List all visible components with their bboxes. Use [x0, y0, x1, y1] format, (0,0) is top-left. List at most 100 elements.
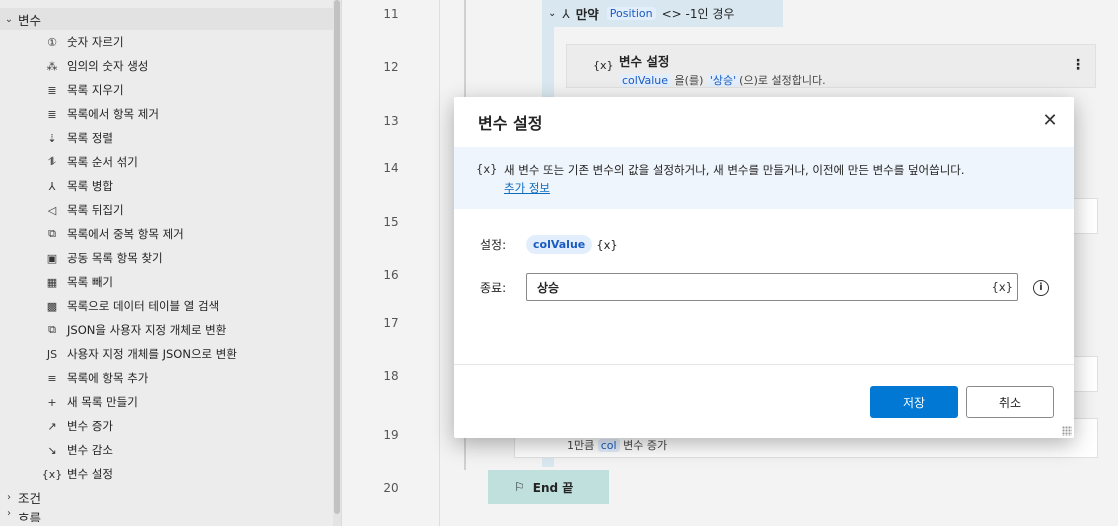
increase-text: 변수 증가: [623, 439, 668, 452]
to-label: 종료:: [480, 280, 507, 295]
increase-var: col: [597, 439, 620, 452]
action-item[interactable]: ⧉ 목록에서 중복 항목 제거: [0, 222, 341, 246]
action-item[interactable]: {x} 변수 설정: [0, 462, 341, 486]
set-variable-chip[interactable]: colValue: [526, 235, 593, 254]
sort-list-icon: ⇣: [47, 131, 57, 145]
action-item[interactable]: ① 숫자 자르기: [0, 30, 341, 54]
action-text: (으)로 설정합니다.: [739, 74, 826, 87]
action-item[interactable]: ⥮ 목록 순서 섞기: [0, 150, 341, 174]
action-label: 변수 설정: [67, 467, 113, 481]
variable-icon: {x}: [593, 59, 614, 72]
action-label: 공동 목록 항목 찾기: [67, 251, 163, 265]
chevron-down-icon[interactable]: ⌄: [548, 8, 556, 19]
value-input[interactable]: 상승 {x}: [526, 273, 1018, 301]
actions-scrollbar[interactable]: [333, 0, 341, 526]
category-label: 조건: [18, 490, 42, 506]
dialog-title: 변수 설정: [478, 114, 543, 133]
remove-item-icon: ≣: [47, 107, 57, 121]
flag-icon: ⚐: [514, 480, 525, 494]
if-block[interactable]: ⌄ ⅄ 만약 Position <> -1인 경우: [542, 0, 783, 27]
action-item[interactable]: + 새 목록 만들기: [0, 390, 341, 414]
action-label: 숫자 자르기: [67, 35, 124, 49]
line-number: 14: [383, 161, 399, 175]
action-item[interactable]: ↗ 변수 증가: [0, 414, 341, 438]
dedupe-list-icon: ⧉: [48, 227, 56, 240]
info-banner: {x} 새 변수 또는 기존 변수의 값을 설정하거나, 새 변수를 만들거나,…: [454, 147, 1074, 209]
action-list: ① 숫자 자르기 ⁂ 임의의 숫자 생성 ≣ 목록 지우기 ≣ 목록에서 항목 제거 ⇣ 목록 정…: [0, 30, 341, 486]
line-number: 18: [383, 369, 399, 383]
variable-icon: {x}: [41, 467, 63, 481]
more-options-icon[interactable]: ⋮: [1071, 57, 1085, 73]
action-label: 목록 순서 섞기: [67, 155, 138, 169]
set-variable-action[interactable]: {x} 변수 설정 colValue 을(를) '상승' (으)로 설정합니다. …: [566, 44, 1096, 88]
action-item[interactable]: ⇣ 목록 정렬: [0, 126, 341, 150]
action-item[interactable]: ⧉ JSON을 사용자 지정 개체로 변환: [0, 318, 341, 342]
to-row: 종료: 상승 {x}: [480, 273, 1018, 301]
action-item[interactable]: ◁ 목록 뒤집기: [0, 198, 341, 222]
reverse-list-icon: ◁: [47, 203, 57, 217]
datatable-icon: ▩: [46, 299, 58, 313]
line-number: 15: [383, 215, 399, 229]
action-item[interactable]: ↘ 변수 감소: [0, 438, 341, 462]
json-file-icon: JS: [46, 347, 58, 361]
save-button[interactable]: 저장: [870, 386, 958, 418]
json-convert-icon: ⧉: [48, 323, 56, 336]
action-label: JSON을 사용자 지정 개체로 변환: [67, 323, 227, 337]
variable-icon: {x}: [476, 162, 498, 176]
line-number: 20: [383, 481, 399, 495]
action-item[interactable]: ▣ 공동 목록 항목 찾기: [0, 246, 341, 270]
action-label: 새 목록 만들기: [67, 395, 138, 409]
scrollbar-thumb[interactable]: [334, 0, 340, 514]
subtract-list-icon: ▦: [46, 275, 58, 289]
action-label: 목록 뒤집기: [67, 203, 124, 217]
action-item[interactable]: ⅄ 목록 병합: [0, 174, 341, 198]
number-circle-icon: ①: [47, 35, 57, 49]
resize-grip-icon[interactable]: [1062, 426, 1072, 436]
action-item[interactable]: ≣ 목록에서 항목 제거: [0, 102, 341, 126]
category-label: 흐름: [18, 511, 42, 522]
info-icon[interactable]: i: [1033, 280, 1049, 296]
action-item[interactable]: ≣ 목록 지우기: [0, 78, 341, 102]
line-number-gutter: [342, 0, 440, 526]
line-number: 17: [383, 316, 399, 330]
value-text: 상승: [537, 280, 560, 295]
line-number: 13: [383, 114, 399, 128]
line-number: 19: [383, 428, 399, 442]
action-item[interactable]: ⁂ 임의의 숫자 생성: [0, 54, 341, 78]
plus-icon: +: [47, 395, 57, 409]
variable-picker-icon[interactable]: {x}: [596, 238, 617, 252]
action-item[interactable]: ▩ 목록으로 데이터 테이블 열 검색: [0, 294, 341, 318]
action-item[interactable]: ≡ 목록에 항목 추가: [0, 366, 341, 390]
if-condition: <> -1인 경우: [661, 7, 735, 21]
trend-down-icon: ↘: [47, 443, 57, 457]
action-item[interactable]: ▦ 목록 빼기: [0, 270, 341, 294]
category-flow[interactable]: › 흐름: [0, 508, 341, 522]
category-conditions[interactable]: › 조건: [0, 486, 341, 508]
increase-amount: 1만큼: [567, 439, 595, 452]
action-summary: colValue 을(를) '상승' (으)로 설정합니다.: [619, 72, 1095, 88]
info-text: 새 변수 또는 기존 변수의 값을 설정하거나, 새 변수를 만들거나, 이전에…: [504, 163, 965, 177]
more-info-link[interactable]: 추가 정보: [504, 180, 965, 196]
close-icon[interactable]: ✕: [1040, 111, 1060, 131]
category-label: 변수: [18, 12, 42, 28]
line-number: 16: [383, 268, 399, 282]
set-variable-dialog: 변수 설정 ✕ {x} 새 변수 또는 기존 변수의 값을 설정하거나, 새 변…: [454, 97, 1074, 438]
category-variables[interactable]: ⌄ 변수: [0, 8, 337, 30]
line-number: 12: [383, 60, 399, 74]
action-label: 변수 감소: [67, 443, 113, 457]
action-label: 변수 증가: [67, 419, 113, 433]
line-number: 11: [383, 7, 399, 21]
random-number-icon: ⁂: [46, 59, 58, 73]
variable-picker-icon[interactable]: {x}: [992, 280, 1013, 294]
action-item[interactable]: JS 사용자 지정 개체를 JSON으로 변환: [0, 342, 341, 366]
action-var: colValue: [619, 74, 672, 87]
action-label: 목록으로 데이터 테이블 열 검색: [67, 299, 220, 313]
trend-up-icon: ↗: [47, 419, 57, 433]
shuffle-list-icon: ⥮: [48, 155, 56, 168]
footer-divider: [454, 364, 1074, 365]
action-label: 사용자 지정 개체를 JSON으로 변환: [67, 347, 237, 361]
cancel-button[interactable]: 취소: [966, 386, 1054, 418]
common-items-icon: ▣: [46, 251, 58, 265]
end-block[interactable]: ⚐ End 끝: [488, 470, 609, 504]
end-label: End 끝: [532, 480, 574, 495]
